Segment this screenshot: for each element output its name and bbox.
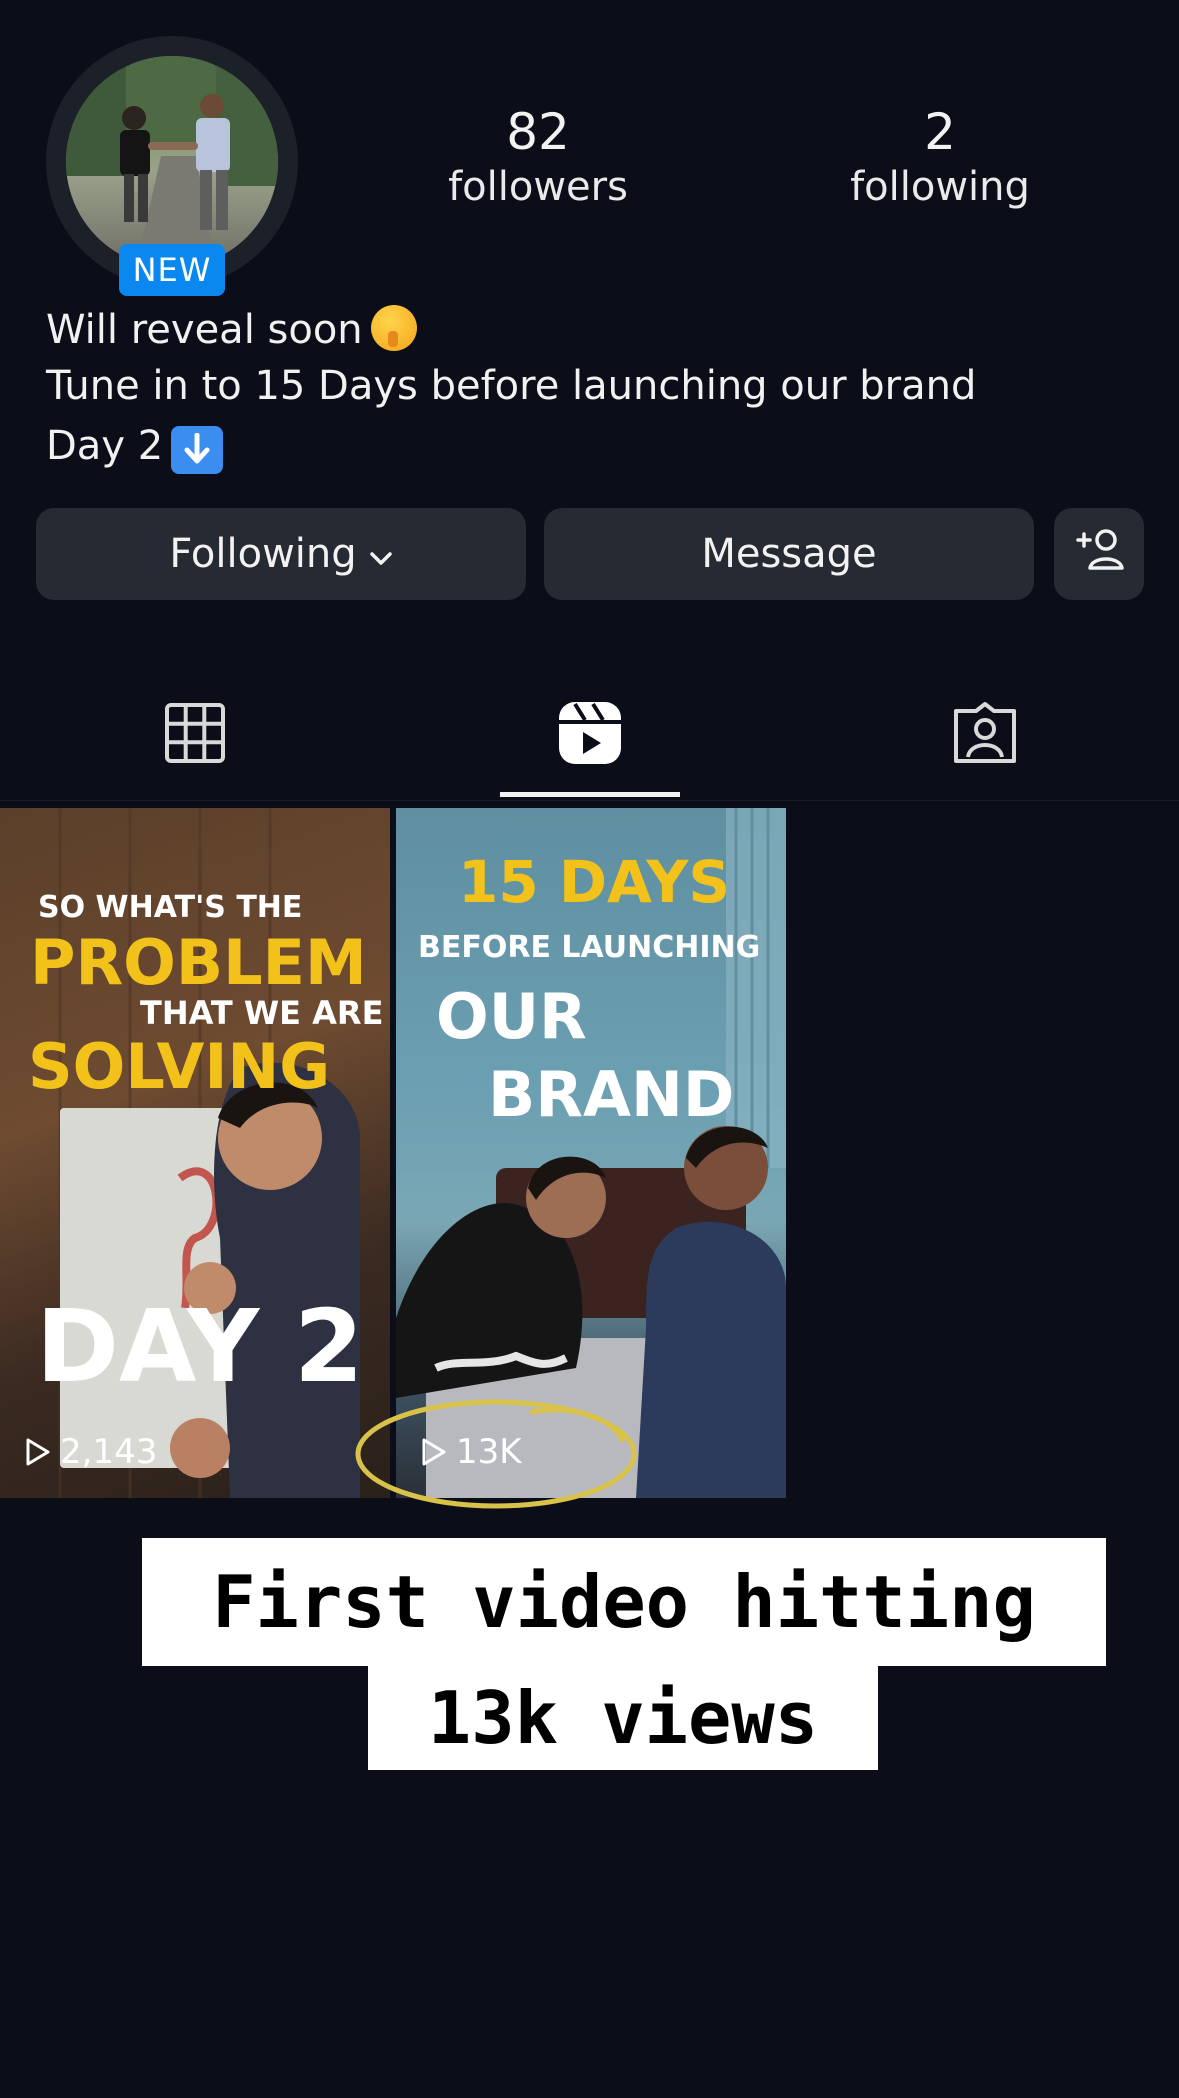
bio-text-2: Tune in to 15 Days before launching our … — [46, 363, 977, 409]
reel-2-overlay-line3: OUR — [436, 980, 587, 1053]
reel-1-views: 2,143 — [24, 1432, 157, 1472]
tagged-icon — [952, 701, 1018, 769]
play-icon — [26, 1438, 50, 1466]
reel-2-overlay-line2: BEFORE LAUNCHING — [418, 930, 761, 965]
message-button[interactable]: Message — [544, 508, 1034, 600]
followers-label: followers — [448, 164, 628, 210]
tagged-tab[interactable] — [950, 700, 1020, 770]
active-tab-indicator — [500, 792, 680, 797]
reel-1-view-count: 2,143 — [60, 1432, 158, 1472]
reel-2-overlay-line4: BRAND — [488, 1058, 735, 1131]
caption-line-1: First video hitting — [142, 1538, 1106, 1666]
following-button-label: Following — [169, 531, 357, 577]
reel-thumbnail-1[interactable]: SO WHAT'S THE PROBLEM THAT WE ARE SOLVIN… — [0, 808, 390, 1498]
highlight-circle — [355, 1399, 637, 1509]
reel-1-overlay-day: DAY 2 — [36, 1288, 364, 1405]
bio-line-3: Day 2 — [46, 418, 224, 474]
avatar[interactable] — [66, 56, 278, 268]
reel-1-overlay-line2: PROBLEM — [30, 926, 367, 999]
grid-tab[interactable] — [160, 700, 230, 770]
caption-line-2: 13k views — [368, 1666, 878, 1770]
add-user-icon — [1072, 526, 1126, 582]
add-user-button[interactable] — [1054, 508, 1144, 600]
reel-1-overlay-line4: SOLVING — [28, 1030, 331, 1103]
chevron-down-icon — [369, 531, 393, 577]
bio-text-3: Day 2 — [46, 423, 164, 469]
reel-2-overlay-line1: 15 DAYS — [458, 848, 731, 916]
followers-count: 82 — [506, 103, 570, 161]
reel-1-overlay-line3: THAT WE ARE — [140, 994, 384, 1032]
tab-divider — [0, 800, 1179, 801]
avatar-photo — [66, 56, 278, 268]
reels-icon — [557, 700, 623, 770]
down-arrow-icon — [171, 426, 224, 474]
following-count: 2 — [924, 103, 956, 161]
reel-1-overlay-line1: SO WHAT'S THE — [38, 890, 303, 925]
bio-line-1: Will reveal soon — [46, 302, 417, 358]
following-label: following — [850, 164, 1030, 210]
bio-text-1: Will reveal soon — [46, 307, 363, 353]
followers-stat[interactable]: 82 followers — [418, 102, 658, 212]
message-button-label: Message — [701, 531, 877, 577]
shushing-face-icon — [370, 305, 417, 351]
following-button[interactable]: Following — [36, 508, 526, 600]
new-badge: NEW — [119, 244, 225, 296]
bio-line-2: Tune in to 15 Days before launching our … — [46, 358, 976, 414]
following-stat[interactable]: 2 following — [820, 102, 1060, 212]
grid-icon — [164, 702, 226, 768]
reels-tab[interactable] — [555, 700, 625, 770]
